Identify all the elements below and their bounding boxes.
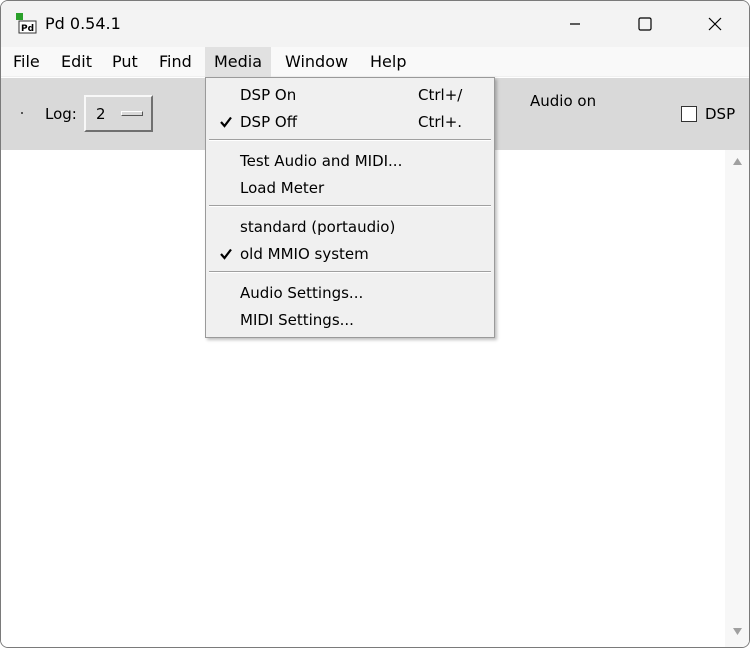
menu-item-audio-settings[interactable]: Audio Settings... [206, 280, 494, 306]
menu-media[interactable]: Media [205, 47, 272, 77]
menu-item-dsp-off[interactable]: DSP Off Ctrl+. [206, 109, 494, 135]
menu-help[interactable]: Help [361, 47, 415, 77]
menu-item-dsp-on[interactable]: DSP On Ctrl+/ [206, 82, 494, 108]
maximize-button[interactable] [610, 1, 680, 47]
menu-item-old-mmio[interactable]: old MMIO system [206, 241, 494, 267]
menu-item-label: Audio Settings... [240, 284, 364, 302]
scroll-down-arrow-icon[interactable] [732, 627, 743, 636]
menu-edit[interactable]: Edit [52, 47, 101, 77]
scroll-up-arrow-icon[interactable] [732, 157, 743, 166]
minimize-icon [570, 23, 580, 25]
menu-item-shortcut: Ctrl+. [418, 113, 463, 131]
menubutton-indicator-icon [121, 111, 143, 116]
menu-item-test-audio-midi[interactable]: Test Audio and MIDI... [206, 148, 494, 174]
audio-status: Audio on [530, 92, 597, 110]
menu-item-load-meter[interactable]: Load Meter [206, 175, 494, 201]
menu-separator [209, 205, 491, 207]
title-bar: Pd Pd 0.54.1 [1, 1, 749, 47]
vertical-scrollbar[interactable] [725, 150, 749, 647]
log-label: Log: [45, 105, 77, 123]
maximize-icon [638, 17, 652, 31]
log-level-value: 2 [96, 105, 106, 123]
close-icon [708, 17, 722, 31]
svg-text:Pd: Pd [21, 24, 34, 34]
menu-item-label: Test Audio and MIDI... [240, 152, 403, 170]
menu-window[interactable]: Window [276, 47, 357, 77]
menu-item-label: standard (portaudio) [240, 218, 396, 236]
menu-item-label: old MMIO system [240, 245, 369, 263]
minimize-button[interactable] [540, 1, 610, 47]
dsp-label: DSP [705, 105, 736, 123]
menu-item-standard-portaudio[interactable]: standard (portaudio) [206, 214, 494, 240]
menu-find[interactable]: Find [150, 47, 201, 77]
menu-separator [209, 271, 491, 273]
window-title: Pd 0.54.1 [45, 14, 121, 33]
log-level-menubutton[interactable]: 2 [84, 95, 153, 132]
dsp-checkbox[interactable] [681, 106, 697, 122]
toolbar-dot [21, 112, 23, 114]
menu-bar: File Edit Put Find Media Window Help [1, 47, 749, 77]
checkmark-icon [220, 248, 232, 260]
media-dropdown-menu: DSP On Ctrl+/ DSP Off Ctrl+. Test Audio … [205, 77, 495, 338]
menu-file[interactable]: File [4, 47, 49, 77]
menu-item-label: DSP On [240, 86, 297, 104]
checkmark-icon [220, 116, 232, 128]
pd-main-window: Pd Pd 0.54.1 File Edit Put Find Media Wi… [0, 0, 750, 648]
menu-item-label: MIDI Settings... [240, 311, 354, 329]
menu-item-label: DSP Off [240, 113, 298, 131]
menu-separator [209, 139, 491, 141]
menu-item-midi-settings[interactable]: MIDI Settings... [206, 307, 494, 333]
menu-put[interactable]: Put [103, 47, 147, 77]
menu-item-label: Load Meter [240, 179, 325, 197]
menu-item-shortcut: Ctrl+/ [418, 86, 463, 104]
pd-app-icon: Pd [16, 13, 37, 34]
close-button[interactable] [680, 1, 749, 47]
